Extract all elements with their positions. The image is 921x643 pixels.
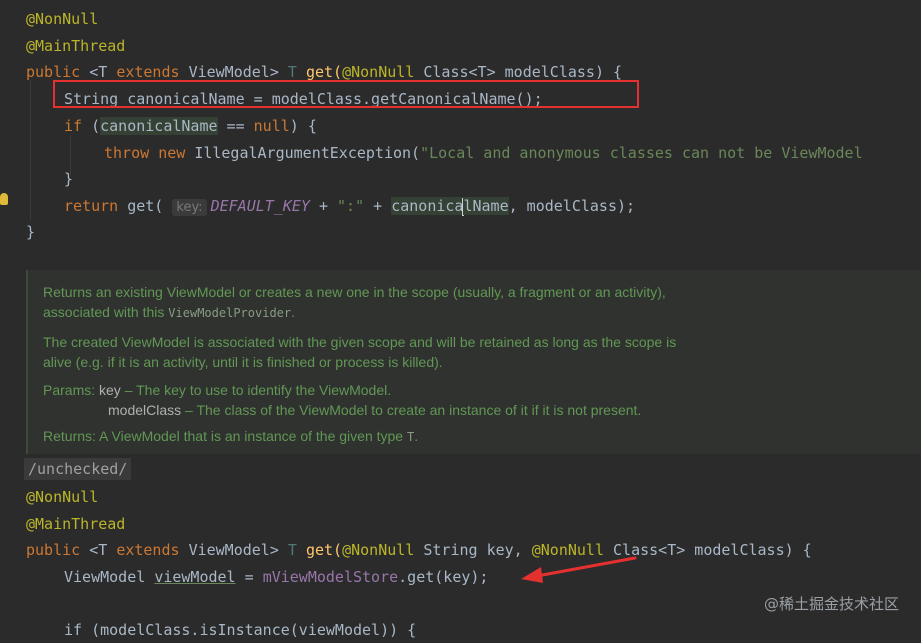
doc-line: The created ViewModel is associated with… [43, 334, 677, 350]
doc-line: Returns an existing ViewModel or creates… [43, 284, 666, 300]
viewmodel-store-get-line: ViewModel viewModel = mViewModelStore.ge… [64, 568, 489, 586]
closing-brace: } [64, 170, 74, 188]
suppress-warnings-fold[interactable]: /unchecked/ [24, 458, 132, 480]
if-null-check-line: if (canonicalName == null) { [64, 117, 317, 135]
doc-params: Params: key – The key to use to identify… [43, 382, 392, 398]
annotation-nonnull: @NonNull [26, 488, 99, 506]
parameter-hint: key: [172, 199, 207, 216]
instance-check-line: if (modelClass.isInstance(viewModel)) { [64, 621, 417, 639]
doc-returns: Returns: A ViewModel that is an instance… [43, 428, 419, 444]
highlight-box [53, 80, 639, 108]
annotation-mainthread: @MainThread [26, 37, 126, 55]
indent-guide [30, 80, 31, 220]
annotation-mainthread: @MainThread [26, 515, 126, 533]
doc-params: modelClass – The class of the ViewModel … [108, 402, 642, 418]
throw-line: throw new IllegalArgumentException("Loca… [104, 144, 863, 162]
doc-line: alive (e.g. if it is an activity, until … [43, 354, 443, 370]
closing-brace: } [26, 223, 36, 241]
rendered-javadoc[interactable]: Returns an existing ViewModel or creates… [26, 270, 921, 454]
red-arrow-icon [521, 556, 637, 583]
watermark: @稀土掘金技术社区 [763, 595, 899, 613]
lightbulb-icon[interactable] [0, 193, 8, 205]
return-line: return get( key: DEFAULT_KEY + ":" + cano… [64, 197, 636, 216]
code-editor[interactable]: @NonNull @MainThread public <T extends V… [0, 0, 921, 639]
method-signature-get-key: public <T extends ViewModel> T get(@NonN… [26, 541, 812, 559]
annotation-nonnull: @NonNull [26, 10, 99, 28]
doc-line: associated with this ViewModelProvider. [43, 304, 296, 320]
